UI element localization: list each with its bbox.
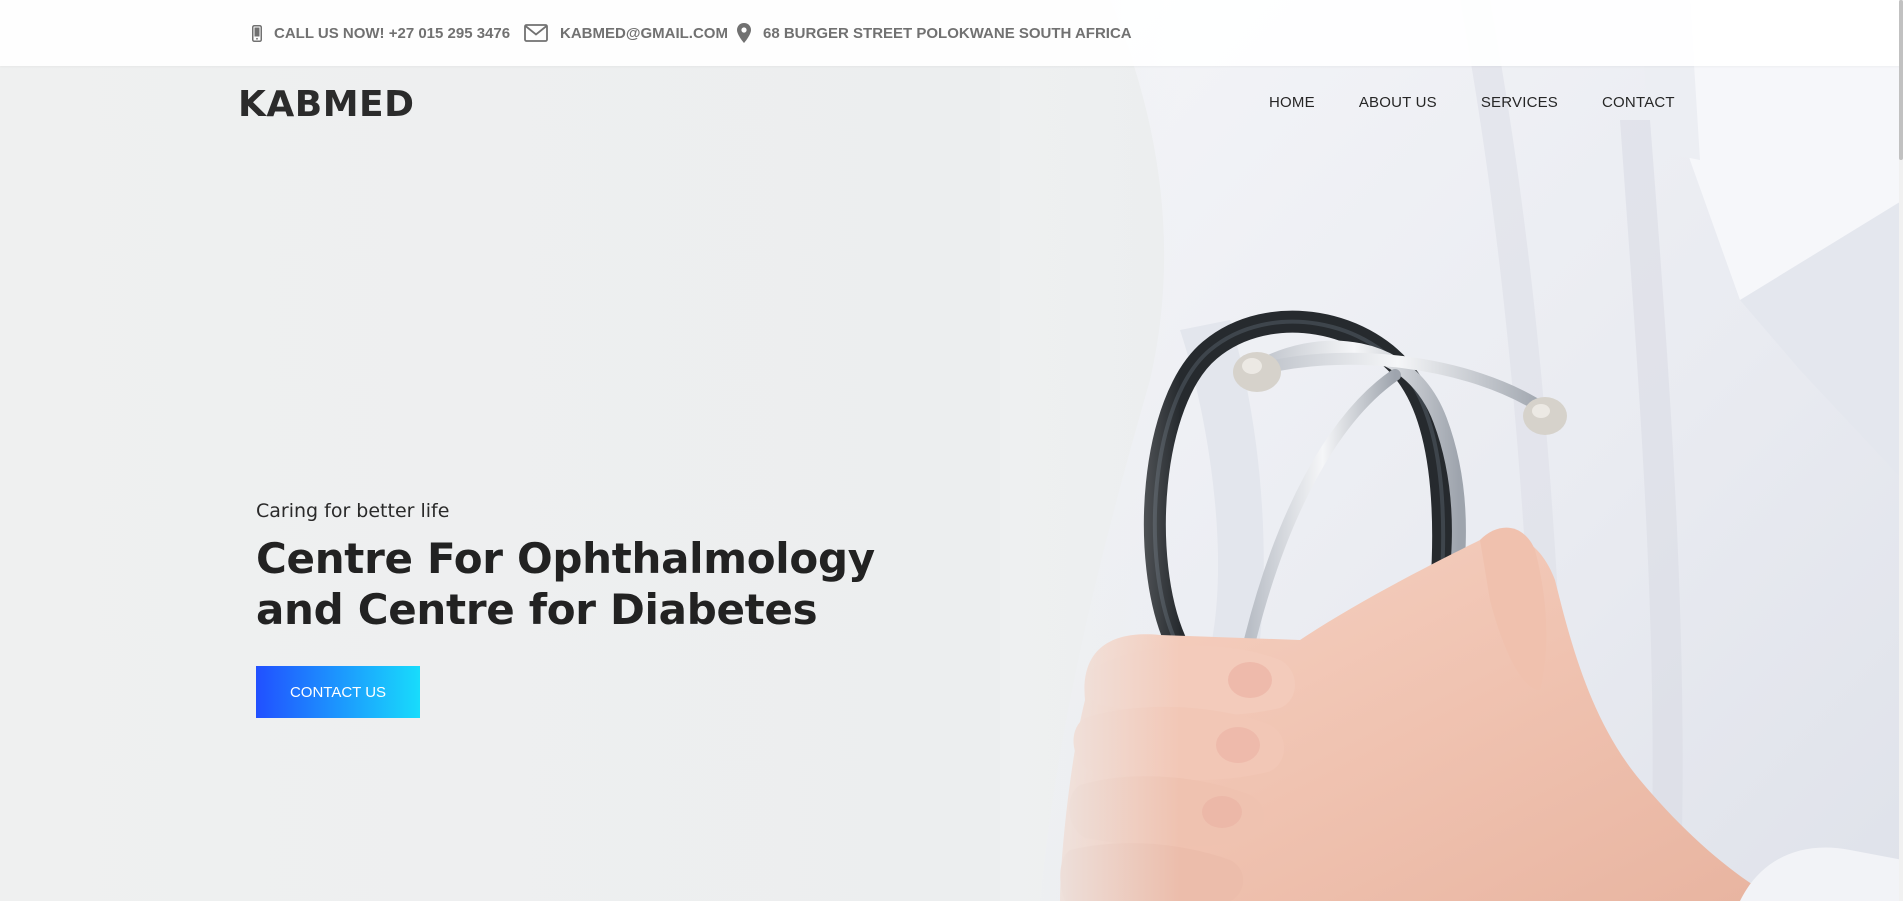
topbar-email[interactable]: KABMED@GMAIL.COM <box>524 22 728 44</box>
site-logo[interactable]: KABMED <box>238 84 415 125</box>
hero-headline-line-2: and Centre for Diabetes <box>256 585 818 634</box>
mobile-phone-icon <box>252 24 262 42</box>
nav-home[interactable]: HOME <box>1269 94 1315 111</box>
hero-headline: Centre For Ophthalmology and Centre for … <box>256 533 956 635</box>
page-scrollbar[interactable] <box>1899 0 1903 901</box>
topbar-phone[interactable]: CALL US NOW! +27 015 295 3476 <box>252 22 510 44</box>
topbar-email-text: KABMED@GMAIL.COM <box>560 24 728 42</box>
main-nav: HOME ABOUT US SERVICES CONTACT <box>1269 94 1675 111</box>
scrollbar-thumb[interactable] <box>1899 0 1903 160</box>
envelope-icon <box>524 24 548 42</box>
hero-image <box>1000 0 1903 901</box>
nav-contact[interactable]: CONTACT <box>1602 94 1675 111</box>
topbar-address: 68 BURGER STREET POLOKWANE SOUTH AFRICA <box>737 22 1132 44</box>
hero-tagline: Caring for better life <box>256 500 450 522</box>
hero-headline-line-1: Centre For Ophthalmology <box>256 534 875 583</box>
topbar-phone-text: CALL US NOW! +27 015 295 3476 <box>274 24 511 42</box>
contact-us-button[interactable]: CONTACT US <box>256 666 420 718</box>
map-pin-icon <box>737 23 751 43</box>
topbar-address-text: 68 BURGER STREET POLOKWANE SOUTH AFRICA <box>763 24 1132 42</box>
top-info-bar: CALL US NOW! +27 015 295 3476 KABMED@GMA… <box>0 0 1903 66</box>
nav-about-us[interactable]: ABOUT US <box>1359 94 1437 111</box>
nav-services[interactable]: SERVICES <box>1481 94 1558 111</box>
